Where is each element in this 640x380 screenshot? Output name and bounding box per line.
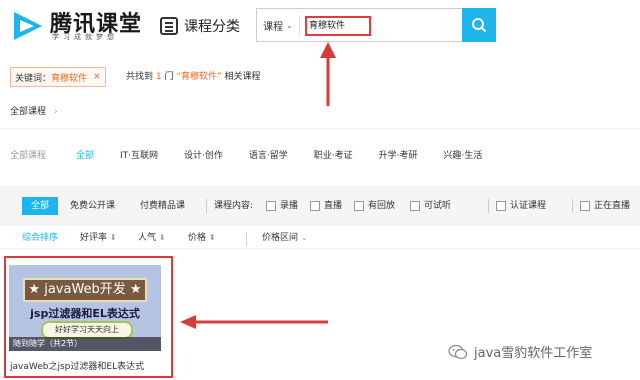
sort-rating[interactable]: 好评率 ⬇ — [80, 230, 117, 243]
checkbox-trial[interactable]: 可试听 — [410, 197, 451, 215]
checkbox-now-live[interactable]: 正在直播 — [580, 197, 630, 215]
sort-arrow-icon: ⬇ — [109, 233, 117, 242]
sort-popularity-label: 人气 — [138, 233, 157, 243]
category-design[interactable]: 设计·创作 — [184, 148, 223, 162]
thumbnail-subtitle: jsp过滤器和EL表达式 — [30, 307, 140, 320]
filter-divider — [206, 199, 207, 213]
category-it[interactable]: IT·互联网 — [120, 148, 158, 162]
sort-arrow-icon: ⬍ — [208, 233, 216, 242]
category-heading: 全部课程 — [10, 151, 47, 161]
filter-divider — [246, 232, 247, 246]
checkbox-recorded-label: 录播 — [280, 201, 299, 211]
sort-price-label: 价格 — [188, 233, 207, 243]
category-exam[interactable]: 升学·考研 — [379, 148, 418, 162]
category-career[interactable]: 职业·考证 — [314, 148, 353, 162]
checkbox-replay-label: 有回放 — [368, 201, 396, 211]
category-language[interactable]: 语言·留学 — [249, 148, 288, 162]
breadcrumb-all-courses[interactable]: 全部课程 — [10, 107, 46, 117]
search-bar: 课程 ⌄ 育穆软件 — [256, 8, 496, 42]
content-label: 课程内容: — [214, 201, 254, 211]
result-prefix: 共找到 — [126, 72, 156, 82]
course-thumbnail[interactable]: ★ javaWeb开发 ★ jsp过滤器和EL表达式 好好学习天天向上 随到随学… — [9, 265, 161, 351]
keyword-value: 育穆软件 — [51, 73, 88, 84]
checkbox-replay[interactable]: 有回放 — [354, 197, 395, 215]
type-tab-free[interactable]: 免费公开课 — [70, 197, 115, 215]
checkbox-live-label: 直播 — [324, 201, 343, 211]
wechat-watermark: java雪豹软件工作室 — [448, 342, 592, 361]
result-suffix: 相关课程 — [221, 72, 261, 82]
result-count-text: 共找到 1 门 “育穆软件” 相关课程 — [126, 69, 261, 82]
sort-popularity[interactable]: 人气 ⬇ — [138, 230, 166, 243]
checkbox-now-live-label: 正在直播 — [594, 201, 631, 211]
document-list-icon — [160, 17, 178, 35]
price-range-dropdown[interactable]: 价格区间 ⌄ — [262, 230, 308, 243]
breadcrumb[interactable]: 全部课程 › — [10, 104, 58, 117]
chevron-down-icon: ⌄ — [300, 233, 308, 242]
watermark-text: java雪豹软件工作室 — [474, 346, 593, 361]
result-term: “育穆软件” — [176, 72, 222, 82]
search-scope-select[interactable]: 课程 ⌄ — [257, 9, 299, 41]
annotation-arrow-left — [180, 315, 328, 329]
keyword-label: 关键词： — [15, 73, 52, 84]
wechat-icon — [448, 344, 468, 359]
checkbox-live[interactable]: 直播 — [310, 197, 342, 215]
checkbox-recorded[interactable]: 录播 — [266, 197, 298, 215]
chevron-down-icon: ⌄ — [286, 20, 293, 30]
result-middle: 门 — [161, 72, 177, 82]
tencent-classroom-logo-icon[interactable] — [10, 8, 46, 44]
category-hobby[interactable]: 兴趣·生活 — [444, 148, 483, 162]
checkbox-certified-label: 认证课程 — [510, 201, 547, 211]
filter-divider — [572, 199, 573, 213]
remove-keyword-button[interactable]: × — [93, 72, 101, 82]
annotation-arrow-up — [320, 42, 336, 106]
checkbox-icon — [266, 200, 276, 211]
search-divider — [299, 15, 300, 35]
type-tab-paid[interactable]: 付费精品课 — [140, 197, 185, 215]
checkbox-icon — [496, 200, 506, 211]
checkbox-trial-label: 可试听 — [424, 201, 452, 211]
checkbox-icon — [580, 200, 590, 211]
checkbox-certified[interactable]: 认证课程 — [496, 197, 546, 215]
sort-price[interactable]: 价格 ⬍ — [188, 230, 216, 243]
search-icon — [472, 18, 487, 33]
checkbox-icon — [410, 200, 420, 211]
divider — [0, 248, 640, 249]
sort-default[interactable]: 综合排序 — [22, 230, 58, 243]
thumbnail-banner: ★ javaWeb开发 ★ — [23, 278, 147, 302]
checkbox-icon — [310, 200, 320, 211]
category-filter-row: 全部课程 全部 IT·互联网 设计·创作 语言·留学 职业·考证 升学·考研 兴… — [10, 148, 508, 162]
keyword-chip: 关键词： 育穆软件 × — [10, 67, 106, 87]
category-all[interactable]: 全部 — [76, 148, 94, 162]
logo-slogan: 学习成就梦想 — [52, 33, 118, 41]
course-title-link[interactable]: javaWeb之jsp过滤器和EL表达式 — [10, 359, 144, 372]
search-scope-label: 课程 — [263, 21, 284, 33]
course-lesson-tag: 随到随学（共2节） — [9, 337, 161, 351]
search-button[interactable] — [462, 8, 496, 42]
checkbox-icon — [354, 200, 364, 211]
chevron-right-icon: › — [54, 107, 58, 117]
type-tab-all[interactable]: 全部 — [22, 197, 58, 215]
filter-divider — [488, 199, 489, 213]
search-input[interactable]: 育穆软件 — [305, 16, 371, 36]
sort-rating-label: 好评率 — [80, 233, 108, 243]
category-menu-label: 课程分类 — [184, 19, 240, 35]
category-menu[interactable]: 课程分类 — [160, 14, 240, 38]
price-range-label: 价格区间 — [262, 233, 299, 243]
divider — [0, 128, 640, 129]
sort-arrow-icon: ⬇ — [158, 233, 166, 242]
